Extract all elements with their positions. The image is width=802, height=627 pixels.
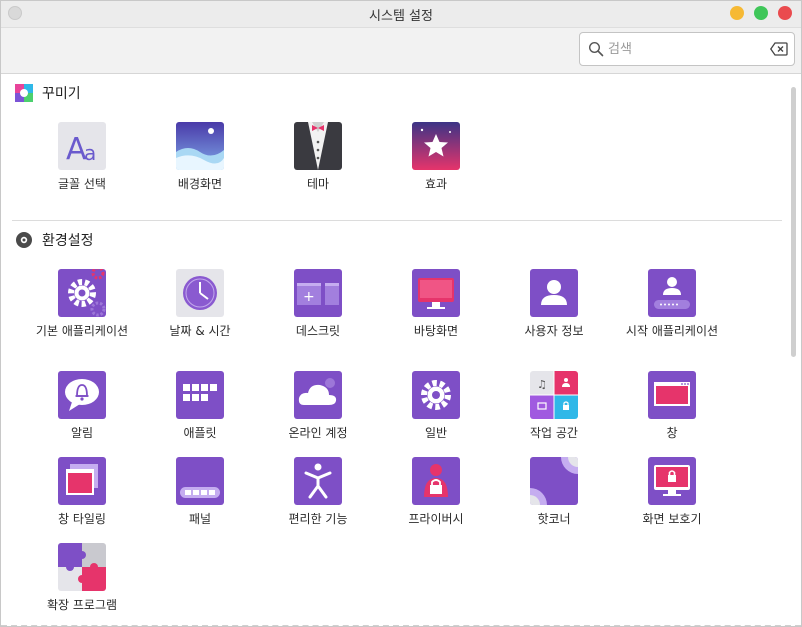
item-accessibility[interactable]: 편리한 기능: [259, 457, 377, 527]
item-label: 편리한 기능: [288, 512, 348, 526]
item-label: 효과: [424, 177, 448, 191]
workspaces-icon: ♫: [530, 371, 578, 419]
item-date-time[interactable]: 날짜 & 시간: [141, 269, 259, 339]
search-input[interactable]: [608, 40, 758, 58]
item-label: 일반: [424, 426, 448, 440]
item-label: 창 타일링: [58, 512, 106, 526]
item-label: 프라이버시: [408, 512, 464, 526]
item-label: 데스크릿: [295, 324, 341, 338]
svg-text:a: a: [84, 141, 96, 165]
settings-content: 꾸미기 A a 글꼴 선택 배경화면 테마 효과 환경설정 기본 애플리케이션 …: [1, 74, 801, 626]
vertical-scrollbar[interactable]: [791, 87, 796, 357]
search-box[interactable]: [579, 32, 795, 66]
cloud-icon: [294, 371, 342, 419]
notification-bell-icon: [58, 371, 106, 419]
accessibility-icon: [294, 457, 342, 505]
item-windows[interactable]: 창: [613, 371, 731, 441]
item-applets[interactable]: 애플릿: [141, 371, 259, 441]
gears-icon: [58, 269, 106, 317]
item-label: 화면 보호기: [642, 512, 702, 526]
applets-icon: [176, 371, 224, 419]
font-icon: A a: [58, 122, 106, 170]
close-button[interactable]: [778, 6, 792, 20]
item-label: 글꼴 선택: [58, 177, 106, 191]
item-notifications[interactable]: 알림: [23, 371, 141, 441]
item-label: 시작 애플리케이션: [625, 324, 719, 338]
item-label: 알림: [70, 426, 94, 440]
panel-icon: [176, 457, 224, 505]
item-desklets[interactable]: + 데스크릿: [259, 269, 377, 339]
item-extensions[interactable]: 확장 프로그램: [23, 543, 141, 613]
item-desktop[interactable]: 바탕화면: [377, 269, 495, 339]
item-privacy[interactable]: 프라이버시: [377, 457, 495, 527]
item-label: 기본 애플리케이션: [35, 324, 129, 338]
clear-search-icon[interactable]: [770, 42, 788, 56]
window-tiling-icon: [58, 457, 106, 505]
item-workspaces[interactable]: ♫ 작업 공간: [495, 371, 613, 441]
section-title-appearance: 꾸미기: [42, 86, 81, 102]
item-label: 확장 프로그램: [46, 598, 118, 612]
puzzle-icon: [58, 543, 106, 591]
item-label: 바탕화면: [413, 324, 459, 338]
section-divider: [12, 220, 782, 221]
item-label: 핫코너: [537, 512, 571, 526]
window-bottom-edge: [1, 623, 801, 626]
user-icon: [530, 269, 578, 317]
item-panel[interactable]: 패널: [141, 457, 259, 527]
settings-window: 시스템 설정 검색 꾸미기 A a 글꼴 선택 배경화면 테마 효과 환경설정 …: [0, 0, 802, 627]
screensaver-icon: [648, 457, 696, 505]
section-appearance-header: 꾸미기: [15, 83, 81, 103]
item-label: 창: [666, 426, 678, 440]
item-label: 온라인 계정: [288, 426, 348, 440]
item-online-accounts[interactable]: 온라인 계정: [259, 371, 377, 441]
item-default-applications[interactable]: 기본 애플리케이션: [23, 269, 141, 339]
item-wallpaper[interactable]: 배경화면: [141, 122, 259, 192]
item-label: 패널: [188, 512, 212, 526]
wallpaper-icon: [176, 122, 224, 170]
item-label: 날짜 & 시간: [169, 324, 231, 338]
item-screensaver[interactable]: 화면 보호기: [613, 457, 731, 527]
search-icon: [588, 41, 604, 57]
preferences-icon: [16, 232, 32, 248]
section-title-preferences: 환경설정: [42, 233, 94, 249]
item-hot-corners[interactable]: 핫코너: [495, 457, 613, 527]
window-title: 시스템 설정: [369, 9, 433, 24]
svg-text:♫: ♫: [537, 378, 547, 391]
effects-star-icon: [412, 122, 460, 170]
item-effects[interactable]: 효과: [377, 122, 495, 192]
item-general[interactable]: 일반: [377, 371, 495, 441]
palette-icon: [15, 84, 33, 102]
item-label: 사용자 정보: [524, 324, 584, 338]
title-bar[interactable]: 시스템 설정: [1, 1, 801, 28]
item-window-tiling[interactable]: 창 타일링: [23, 457, 141, 527]
item-font-selection[interactable]: A a 글꼴 선택: [23, 122, 141, 192]
section-preferences-header: 환경설정: [15, 230, 94, 250]
login-icon: [648, 269, 696, 317]
monitor-icon: [412, 269, 460, 317]
item-label: 테마: [306, 177, 330, 191]
item-label: 배경화면: [177, 177, 223, 191]
item-themes[interactable]: 테마: [259, 122, 377, 192]
desklet-icon: +: [294, 269, 342, 317]
item-label: 애플릿: [183, 426, 217, 440]
svg-text:+: +: [303, 289, 315, 305]
toolbar: [1, 28, 801, 74]
privacy-lock-icon: [412, 457, 460, 505]
clock-icon: [176, 269, 224, 317]
window-icon: [648, 371, 696, 419]
gear-icon: [412, 371, 460, 419]
item-label: 작업 공간: [530, 426, 578, 440]
hot-corners-icon: [530, 457, 578, 505]
item-startup-applications[interactable]: 시작 애플리케이션: [613, 269, 731, 339]
item-account-details[interactable]: 사용자 정보: [495, 269, 613, 339]
maximize-button[interactable]: [754, 6, 768, 20]
tuxedo-icon: [294, 122, 342, 170]
minimize-button[interactable]: [730, 6, 744, 20]
